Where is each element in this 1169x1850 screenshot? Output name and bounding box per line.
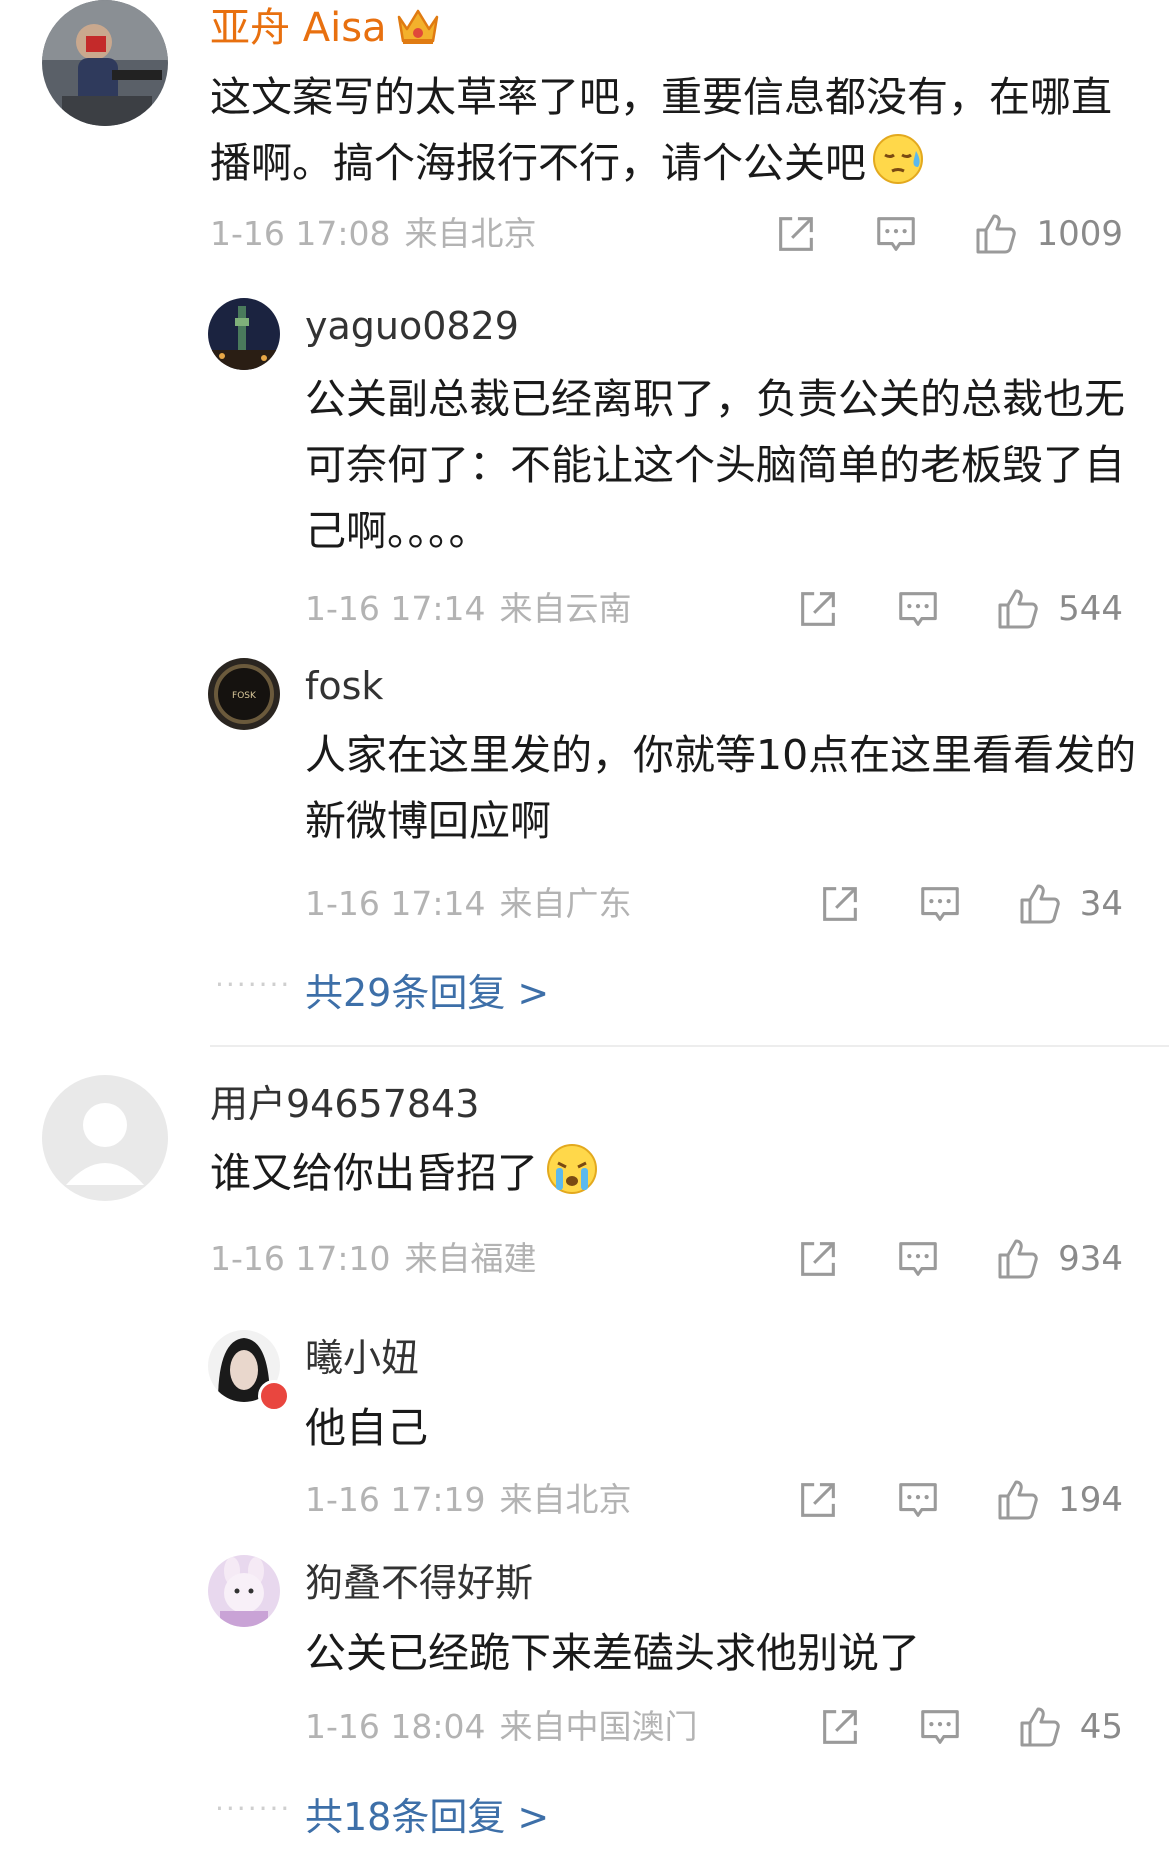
location: 来自福建 bbox=[404, 1239, 537, 1278]
comment-icon[interactable] bbox=[890, 1231, 946, 1287]
comment-icon[interactable] bbox=[868, 206, 924, 262]
like-count: 1009 bbox=[1036, 214, 1123, 254]
thumbs-up-icon[interactable] bbox=[990, 581, 1046, 637]
avatar[interactable] bbox=[42, 0, 168, 126]
reply-meta: 1-16 17:14 来自云南 bbox=[305, 587, 632, 631]
reply-meta: 1-16 17:19 来自北京 bbox=[305, 1478, 632, 1522]
sweat-emoji bbox=[872, 131, 928, 187]
location: 来自北京 bbox=[499, 1480, 632, 1519]
reply-meta: 1-16 17:14 来自广东 bbox=[305, 882, 632, 926]
comment-text: 这文案写的太草率了吧，重要信息都没有，在哪直播啊。搞个海报行不行，请个公关吧 bbox=[210, 73, 1112, 187]
comment-icon[interactable] bbox=[912, 876, 968, 932]
crown-icon bbox=[395, 3, 441, 47]
comment-icon[interactable] bbox=[912, 1699, 968, 1755]
reply-author[interactable]: yaguo0829 bbox=[305, 300, 519, 352]
reply-actions: 544 bbox=[746, 581, 1123, 637]
ellipsis-divider: ······· bbox=[215, 968, 292, 1001]
verified-badge bbox=[258, 1380, 290, 1412]
timestamp: 1-16 17:08 bbox=[210, 214, 391, 253]
comment-author[interactable]: 亚舟 Aisa bbox=[210, 2, 441, 54]
timestamp: 1-16 17:14 bbox=[305, 589, 486, 628]
timestamp: 1-16 17:19 bbox=[305, 1480, 486, 1519]
like-count: 544 bbox=[1058, 589, 1123, 629]
comment-actions: 934 bbox=[746, 1231, 1123, 1287]
share-icon[interactable] bbox=[790, 1231, 846, 1287]
reply-text: 他自己 bbox=[305, 1404, 428, 1452]
timestamp: 1-16 17:14 bbox=[305, 884, 486, 923]
comment-icon[interactable] bbox=[890, 581, 946, 637]
share-icon[interactable] bbox=[790, 1472, 846, 1528]
reply-meta: 1-16 18:04 来自中国澳门 bbox=[305, 1705, 698, 1749]
reply-text: 公关副总裁已经离职了，负责公关的总裁也无可奈何了：不能让这个头脑简单的老板毁了自… bbox=[305, 375, 1125, 555]
location: 来自北京 bbox=[404, 214, 537, 253]
avatar[interactable] bbox=[42, 1075, 168, 1201]
thumbs-up-icon[interactable] bbox=[990, 1231, 1046, 1287]
share-icon[interactable] bbox=[790, 581, 846, 637]
reply-text: 公关已经跪下来差磕头求他别说了 bbox=[305, 1629, 920, 1677]
timestamp: 1-16 17:10 bbox=[210, 1239, 391, 1278]
reply-author[interactable]: 狗叠不得好斯 bbox=[305, 1557, 533, 1609]
comment-actions: 1009 bbox=[724, 206, 1123, 262]
share-icon[interactable] bbox=[768, 206, 824, 262]
reply-actions: 34 bbox=[768, 876, 1123, 932]
comment-author[interactable]: 用户94657843 bbox=[210, 1078, 479, 1130]
thumbs-up-icon[interactable] bbox=[990, 1472, 1046, 1528]
like-count: 34 bbox=[1079, 884, 1123, 924]
reply-actions: 194 bbox=[746, 1472, 1123, 1528]
location: 来自中国澳门 bbox=[499, 1707, 698, 1746]
comment-meta: 1-16 17:10 来自福建 bbox=[210, 1237, 537, 1281]
share-icon[interactable] bbox=[812, 876, 868, 932]
svg-text:FOSK: FOSK bbox=[232, 691, 257, 701]
location: 来自云南 bbox=[499, 589, 632, 628]
thread-divider bbox=[210, 1045, 1169, 1047]
avatar[interactable] bbox=[208, 298, 280, 370]
comment-text: 谁又给你出昏招了 bbox=[210, 1140, 1140, 1206]
like-count: 45 bbox=[1079, 1707, 1123, 1747]
reply-actions: 45 bbox=[768, 1699, 1123, 1755]
avatar[interactable] bbox=[208, 1555, 280, 1627]
timestamp: 1-16 18:04 bbox=[305, 1707, 486, 1746]
ellipsis-divider: ······· bbox=[215, 1792, 292, 1825]
thumbs-up-icon[interactable] bbox=[1012, 876, 1068, 932]
thumbs-up-icon[interactable] bbox=[1012, 1699, 1068, 1755]
more-replies-link[interactable]: 共18条回复 > bbox=[305, 1786, 549, 1841]
more-replies-link[interactable]: 共29条回复 > bbox=[305, 962, 549, 1017]
crying-emoji bbox=[544, 1141, 600, 1197]
comment-icon[interactable] bbox=[890, 1472, 946, 1528]
thumbs-up-icon[interactable] bbox=[968, 206, 1024, 262]
like-count: 194 bbox=[1058, 1480, 1123, 1520]
avatar[interactable]: FOSK bbox=[208, 658, 280, 730]
share-icon[interactable] bbox=[812, 1699, 868, 1755]
reply-text: 人家在这里发的，你就等10点在这里看看发的新微博回应啊 bbox=[305, 731, 1137, 845]
location: 来自广东 bbox=[499, 884, 632, 923]
reply-author[interactable]: fosk bbox=[305, 660, 383, 712]
reply-author[interactable]: 曦小妞 bbox=[305, 1332, 419, 1384]
like-count: 934 bbox=[1058, 1239, 1123, 1279]
comment-meta: 1-16 17:08 来自北京 bbox=[210, 212, 537, 256]
